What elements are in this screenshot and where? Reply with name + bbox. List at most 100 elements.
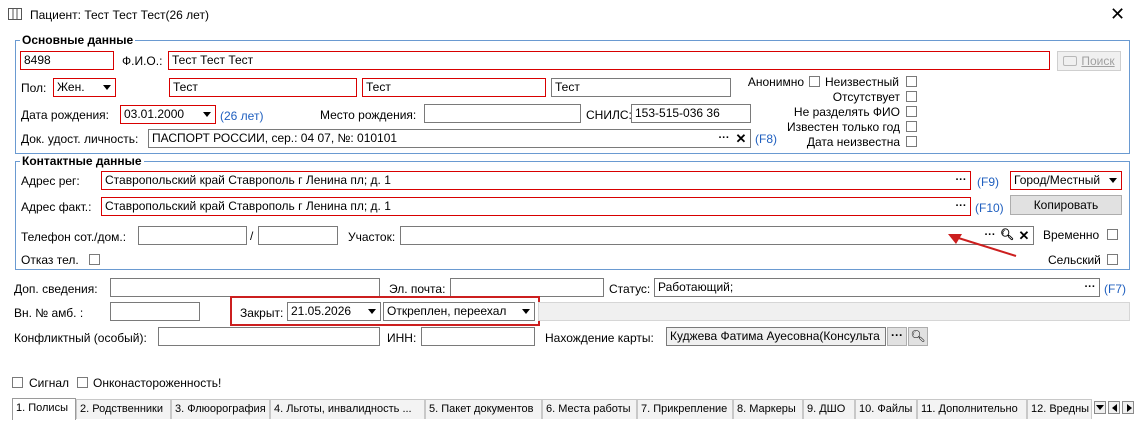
phone-label: Телефон сот./дом.: [21, 230, 127, 244]
tab-harmful[interactable]: 12. Вредны [1027, 399, 1092, 419]
locality-select[interactable]: Город/Местный [1010, 171, 1122, 190]
tab-markers[interactable]: 8. Маркеры [733, 399, 803, 419]
middle-name-input[interactable]: Тест [551, 78, 731, 97]
birthplace-label: Место рождения: [320, 108, 417, 122]
district-input[interactable]: ··· 🔍︎ ✕ [400, 226, 1034, 245]
phone-home-input[interactable] [258, 226, 338, 245]
doc-value: ПАСПОРТ РОССИИ, сер.: 04 07, №: 010101 [152, 131, 398, 145]
chevron-down-icon[interactable] [100, 80, 114, 95]
first-name-input[interactable]: Тест [362, 78, 546, 97]
closed-date-picker[interactable]: 21.05.2026 [287, 302, 381, 321]
addr-reg-label: Адрес рег: [21, 174, 80, 188]
refuse-phone-checkbox[interactable] [89, 254, 100, 265]
inn-input[interactable] [421, 327, 535, 346]
date-unknown-checkbox[interactable] [906, 136, 917, 147]
temporary-checkbox[interactable] [1107, 229, 1118, 240]
close-icon[interactable]: ✕ [1110, 5, 1125, 23]
info-input[interactable] [110, 278, 380, 297]
status-value: Работающий; [658, 280, 734, 294]
birth-date-picker[interactable]: 03.01.2000 [120, 105, 216, 124]
amb-input[interactable] [110, 302, 200, 321]
card-input[interactable]: Куджева Фатима Ауесовна(Консульта [666, 327, 886, 346]
year-only-checkbox[interactable] [906, 121, 917, 132]
chevron-down-icon[interactable] [200, 107, 214, 122]
closed-reason-value: Откреплен, переехал [387, 304, 507, 318]
signal-label: Сигнал [29, 376, 70, 390]
signal-checkbox[interactable] [12, 377, 23, 388]
conflict-label: Конфликтный (особый): [14, 331, 147, 345]
addr-reg-value: Ставропольский край Ставрополь г Ленина … [105, 173, 391, 187]
tab-files[interactable]: 10. Файлы [855, 399, 917, 419]
last-name-input[interactable]: Тест [169, 78, 357, 97]
more-icon[interactable]: ··· [1082, 279, 1098, 296]
email-input[interactable] [450, 278, 604, 297]
search-button-label: Поиск [1081, 54, 1115, 68]
more-icon[interactable]: ··· [953, 198, 969, 215]
phone-mobile-input[interactable] [138, 226, 247, 245]
conflict-input[interactable] [158, 327, 380, 346]
doc-hotkey: (F8) [755, 132, 777, 146]
addr-fact-value: Ставропольский край Ставрополь г Ленина … [105, 199, 391, 213]
refuse-phone-label: Отказ тел. [21, 253, 79, 267]
window-icon [8, 8, 22, 20]
sex-value: Жен. [57, 80, 85, 94]
contact-data-title: Контактные данные [20, 154, 144, 168]
closed-label: Закрыт: [240, 306, 284, 320]
closed-date-value: 21.05.2026 [291, 304, 352, 318]
doc-input[interactable]: ПАСПОРТ РОССИИ, сер.: 04 07, №: 010101 ·… [148, 129, 751, 148]
email-label: Эл. почта: [389, 282, 446, 296]
onco-checkbox[interactable] [77, 377, 88, 388]
search-button[interactable]: Поиск [1057, 51, 1121, 71]
patient-id-field[interactable]: 8498 [20, 51, 114, 70]
tab-scroll-down-icon[interactable] [1094, 401, 1106, 414]
sex-select[interactable]: Жен. [53, 78, 116, 97]
chevron-down-icon[interactable] [365, 304, 379, 319]
status-hotkey: (F7) [1104, 282, 1126, 296]
chevron-down-icon[interactable] [1106, 173, 1120, 188]
tab-dsho[interactable]: 9. ДШО [803, 399, 855, 419]
inn-label: ИНН: [387, 331, 417, 345]
age-text: (26 лет) [220, 109, 264, 123]
tab-scroll-right-icon[interactable] [1122, 401, 1134, 414]
chevron-down-icon[interactable] [519, 304, 533, 319]
more-icon[interactable]: ··· [953, 172, 969, 189]
info-label: Доп. сведения: [14, 282, 98, 296]
phone-separator: / [250, 229, 254, 243]
no-split-fio-checkbox[interactable] [906, 106, 917, 117]
tab-scroll-left-icon[interactable] [1108, 401, 1120, 414]
card-label: Нахождение карты: [545, 331, 654, 345]
tab-benefits[interactable]: 4. Льготы, инвалидность ... [270, 399, 425, 419]
birthplace-input[interactable] [424, 104, 581, 123]
clear-icon[interactable]: ✕ [733, 130, 749, 147]
card-search-button[interactable]: 🔍︎ [908, 327, 928, 346]
district-label: Участок: [348, 230, 396, 244]
tab-relatives[interactable]: 2. Родственники [76, 399, 171, 419]
doc-label: Док. удост. личность: [21, 132, 139, 146]
absent-label: Отсутствует [832, 90, 900, 104]
unknown-checkbox[interactable] [906, 76, 917, 87]
tab-policies[interactable]: 1. Полисы [12, 398, 76, 420]
rural-checkbox[interactable] [1107, 254, 1118, 265]
status-label: Статус: [609, 282, 651, 296]
sex-label: Пол: [21, 81, 47, 95]
tab-attachment[interactable]: 7. Прикрепление [637, 399, 733, 419]
search-icon: 🔍︎ [910, 329, 926, 343]
fio-input[interactable]: Тест Тест Тест [168, 51, 1050, 70]
search-book-icon [1063, 56, 1078, 66]
closed-reason-select[interactable]: Откреплен, переехал [383, 302, 535, 321]
addr-reg-hotkey: (F9) [977, 175, 999, 189]
addr-fact-input[interactable]: Ставропольский край Ставрополь г Ленина … [101, 197, 971, 216]
more-icon[interactable]: ··· [716, 130, 732, 147]
copy-button[interactable]: Копировать [1010, 195, 1122, 215]
anonymous-checkbox[interactable] [809, 76, 820, 87]
no-split-fio-label: Не разделять ФИО [793, 105, 900, 119]
absent-checkbox[interactable] [906, 91, 917, 102]
tab-documents[interactable]: 5. Пакет документов [425, 399, 542, 419]
card-more-button[interactable]: ··· [887, 327, 907, 346]
tab-fluorography[interactable]: 3. Флюорография [171, 399, 270, 419]
tab-additional[interactable]: 11. Дополнительно [917, 399, 1027, 419]
addr-reg-input[interactable]: Ставропольский край Ставрополь г Ленина … [101, 171, 971, 190]
status-input[interactable]: Работающий; ··· [654, 278, 1100, 297]
tab-workplaces[interactable]: 6. Места работы [542, 399, 637, 419]
snils-input[interactable]: 153-515-036 36 [631, 104, 751, 123]
